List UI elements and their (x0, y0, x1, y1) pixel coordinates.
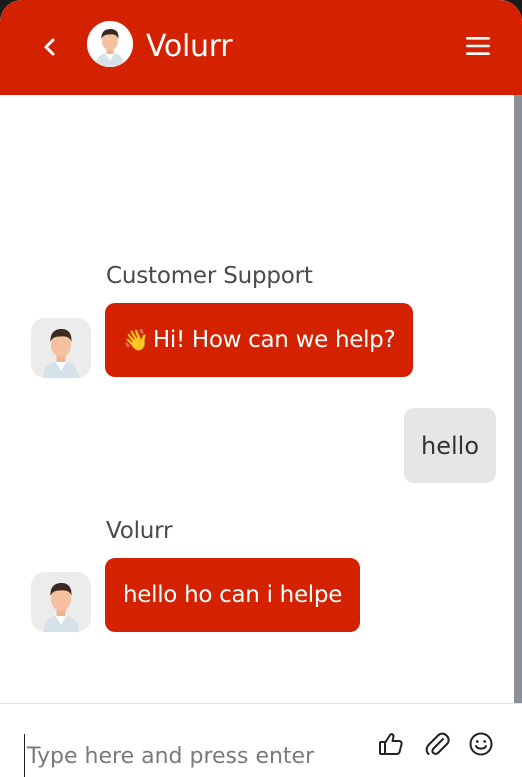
back-button[interactable] (34, 30, 64, 64)
message-text: hello ho can i helpe (123, 582, 343, 608)
chat-widget: Volurr Customer Support 👋 Hi! How can we… (0, 0, 522, 777)
message-text: Hi! How can we help? (152, 327, 396, 353)
hamburger-menu-icon (466, 37, 490, 55)
incoming-message: 👋 Hi! How can we help? (105, 303, 414, 377)
waving-hand-icon: 👋 (123, 327, 149, 352)
message-input[interactable] (24, 734, 354, 777)
attach-button[interactable] (423, 730, 451, 758)
emoji-icon (469, 732, 493, 756)
incoming-message: hello ho can i helpe (105, 558, 361, 632)
thumbs-up-icon (379, 733, 403, 755)
chat-title: Volurr (146, 29, 233, 64)
thumbs-up-button[interactable] (377, 730, 405, 758)
person-avatar-icon (43, 583, 79, 632)
person-avatar-icon (87, 21, 133, 67)
emoji-button[interactable] (467, 730, 495, 758)
paperclip-icon (425, 732, 450, 755)
menu-button[interactable] (462, 33, 494, 59)
person-avatar-icon (43, 329, 79, 378)
sender-name: Volurr (106, 518, 173, 544)
header-avatar (87, 21, 133, 67)
message-text: hello (421, 431, 479, 460)
scrollbar[interactable] (514, 95, 522, 703)
sender-avatar (31, 318, 91, 378)
chat-header: Volurr (0, 0, 522, 95)
chevron-left-icon (44, 38, 55, 56)
sender-avatar (31, 572, 91, 632)
sender-name: Customer Support (106, 263, 313, 289)
outgoing-message: hello (404, 408, 496, 483)
